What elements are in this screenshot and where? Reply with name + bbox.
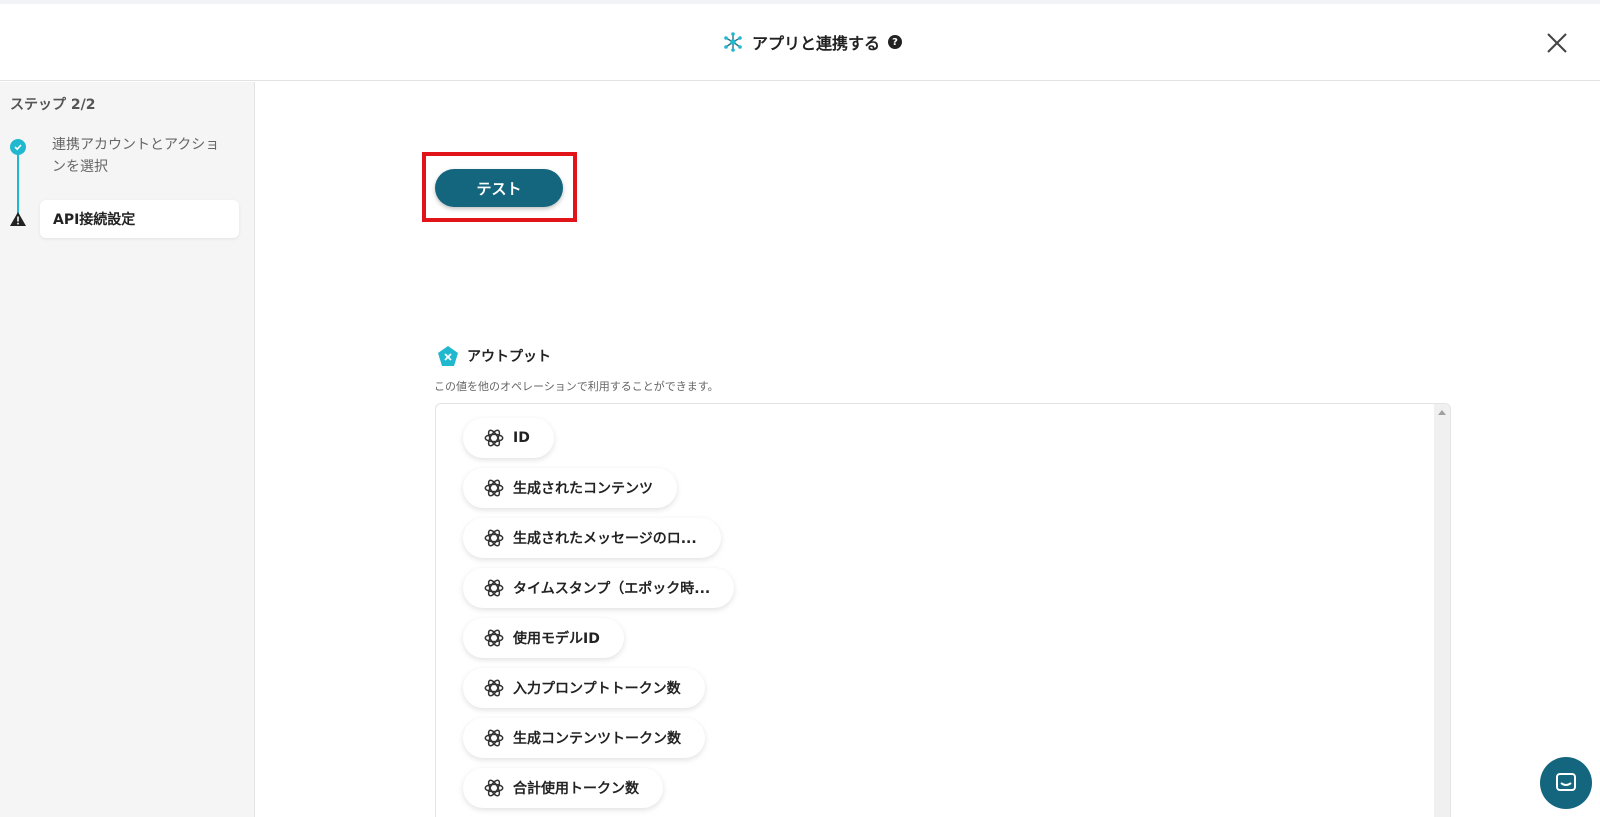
- output-item-label: 生成コンテンツトークン数: [513, 731, 681, 747]
- output-item-label: 生成されたメッセージのロ...: [513, 531, 697, 547]
- openai-logo-icon: [483, 627, 505, 649]
- openai-logo-icon: [483, 527, 505, 549]
- modal-header: アプリと連携する ?: [0, 4, 1600, 81]
- step-sidebar: ステップ 2/2 連携アカウントとアクションを選択 API接続設定: [0, 82, 255, 817]
- warning-icon: [10, 212, 26, 226]
- modal-title-text: アプリと連携する: [752, 34, 881, 53]
- output-pentagon-icon: [438, 346, 458, 366]
- output-item-label: ID: [513, 430, 530, 446]
- openai-logo-icon: [483, 777, 505, 799]
- openai-logo-icon: [483, 677, 505, 699]
- chat-icon: [1556, 773, 1576, 791]
- sidebar-step-select-account[interactable]: 連携アカウントとアクションを選択: [52, 134, 232, 178]
- openai-logo-icon: [483, 727, 505, 749]
- openai-logo-icon: [483, 577, 505, 599]
- check-circle-icon: [10, 139, 26, 155]
- output-description: この値を他のオペレーションで利用することができます。: [434, 380, 719, 393]
- output-item-label: 入力プロンプトトークン数: [513, 681, 681, 697]
- openai-logo-icon: [483, 427, 505, 449]
- output-list-panel: ID 生成されたコンテンツ生成されたメッセージのロ... タイムスタンプ（エポック時…: [435, 403, 1451, 817]
- step-connector: [17, 148, 19, 220]
- sidebar-step-api-settings[interactable]: API接続設定: [40, 200, 239, 238]
- openai-logo-icon: [483, 477, 505, 499]
- output-item-chip[interactable]: タイムスタンプ（エポック時...: [463, 568, 735, 608]
- output-title: アウトプット: [467, 349, 551, 365]
- test-button[interactable]: テスト: [435, 169, 563, 207]
- output-item-label: 使用モデルID: [513, 631, 600, 647]
- network-hub-icon: [724, 32, 742, 52]
- scroll-up-arrow[interactable]: [1438, 410, 1446, 415]
- output-item-chip[interactable]: 使用モデルID: [463, 618, 624, 658]
- close-icon[interactable]: [1544, 30, 1570, 56]
- output-item-chip[interactable]: 合計使用トークン数: [463, 768, 663, 808]
- modal-title: アプリと連携する ?: [722, 30, 903, 54]
- output-item-label: 生成されたコンテンツ: [513, 481, 653, 497]
- output-item-label: タイムスタンプ（エポック時...: [513, 581, 711, 597]
- output-item-chip[interactable]: 入力プロンプトトークン数: [463, 668, 705, 708]
- step-counter: ステップ 2/2: [10, 97, 96, 113]
- output-item-chip[interactable]: 生成されたコンテンツ: [463, 468, 677, 508]
- output-section-header: アウトプット: [437, 345, 551, 367]
- output-item-chip[interactable]: ID: [463, 418, 554, 458]
- scrollbar[interactable]: [1434, 404, 1450, 817]
- output-item-chip[interactable]: 生成されたメッセージのロ...: [463, 518, 721, 558]
- output-item-label: 合計使用トークン数: [513, 781, 639, 797]
- chat-support-button[interactable]: [1540, 757, 1592, 809]
- help-icon[interactable]: ?: [888, 35, 903, 49]
- output-item-chip[interactable]: 生成コンテンツトークン数: [463, 718, 705, 758]
